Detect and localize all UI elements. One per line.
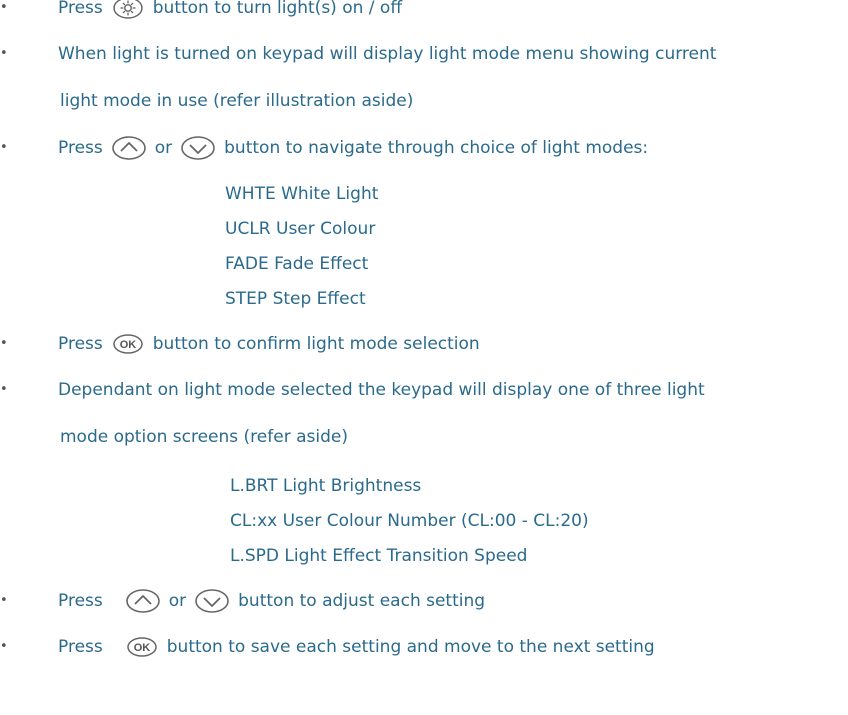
mode-label: FADE Fade Effect bbox=[225, 254, 369, 274]
press-label: Press bbox=[58, 591, 103, 611]
option-label: CL:xx User Colour Number (CL:00 - CL:20) bbox=[230, 511, 589, 531]
instruction-text: mode option screens (refer aside) bbox=[60, 427, 348, 447]
instruction-text: Dependant on light mode selected the key… bbox=[58, 380, 705, 400]
or-label: or bbox=[168, 591, 187, 611]
chevron-up-icon bbox=[111, 135, 147, 161]
instruction-text: button to confirm light mode selection bbox=[152, 334, 480, 354]
ok-icon: OK bbox=[125, 635, 159, 659]
bullet: • bbox=[0, 140, 8, 155]
option-label: L.BRT Light Brightness bbox=[230, 476, 422, 496]
svg-text:OK: OK bbox=[120, 339, 137, 351]
instruction-text: When light is turned on keypad will disp… bbox=[58, 44, 717, 64]
instruction-text: button to save each setting and move to … bbox=[166, 637, 655, 657]
bullet: • bbox=[0, 46, 8, 61]
chevron-up-icon bbox=[125, 588, 161, 614]
bullet: • bbox=[0, 0, 8, 15]
sun-icon bbox=[111, 0, 145, 20]
press-label: Press bbox=[58, 637, 103, 657]
press-label: Press bbox=[58, 0, 103, 18]
or-label: or bbox=[154, 138, 173, 158]
bullet: • bbox=[0, 336, 8, 351]
press-label: Press bbox=[58, 334, 103, 354]
option-label: L.SPD Light Effect Transition Speed bbox=[230, 546, 528, 566]
instruction-text: button to navigate through choice of lig… bbox=[224, 138, 649, 158]
svg-text:OK: OK bbox=[134, 642, 151, 654]
chevron-down-icon bbox=[194, 588, 230, 614]
ok-icon: OK bbox=[111, 332, 145, 356]
mode-label: STEP Step Effect bbox=[225, 289, 366, 309]
instruction-text: button to turn light(s) on / off bbox=[152, 0, 403, 18]
chevron-down-icon bbox=[180, 135, 216, 161]
press-label: Press bbox=[58, 138, 103, 158]
bullet: • bbox=[0, 382, 8, 397]
mode-label: WHTE White Light bbox=[225, 184, 379, 204]
instruction-text: light mode in use (refer illustration as… bbox=[60, 91, 414, 111]
mode-label: UCLR User Colour bbox=[225, 219, 376, 239]
bullet: • bbox=[0, 639, 8, 654]
instruction-text: button to adjust each setting bbox=[238, 591, 486, 611]
bullet: • bbox=[0, 593, 8, 608]
